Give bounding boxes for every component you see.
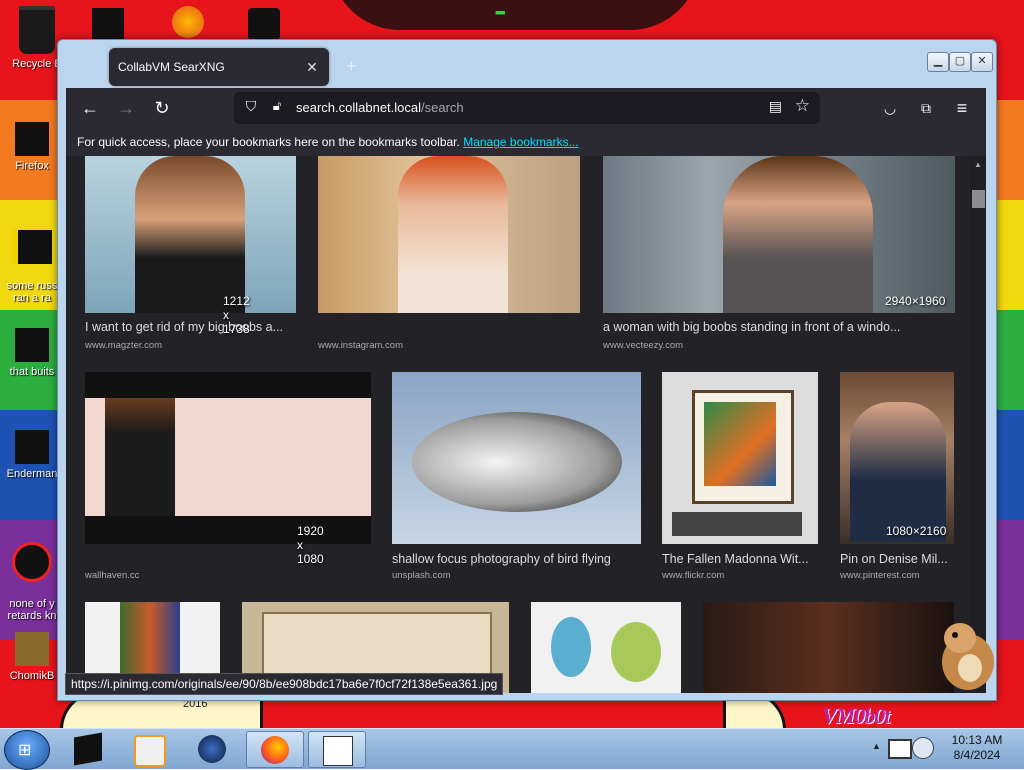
show-hidden-icons-icon[interactable]: ▲: [872, 741, 881, 751]
clock[interactable]: 10:13 AM 8/4/2024: [942, 733, 1012, 763]
result-source: www.flickr.com: [662, 570, 725, 581]
desktop-icon-top-2[interactable]: [172, 6, 204, 38]
windows-logo-icon: ⊞: [18, 742, 32, 759]
hamburger-menu-icon[interactable]: ≡: [950, 96, 974, 120]
scrollbar-thumb[interactable]: [972, 190, 985, 208]
result-image[interactable]: [840, 372, 954, 544]
result-image[interactable]: [318, 156, 580, 313]
result-caption[interactable]: a woman with big boobs standing in front…: [603, 320, 900, 334]
manage-bookmarks-link[interactable]: Manage bookmarks...: [463, 135, 578, 149]
start-button[interactable]: ⊞: [4, 730, 50, 770]
dark-app-icon: [74, 732, 102, 766]
media-player-icon: [134, 735, 166, 767]
desktop-icon-top-3[interactable]: [248, 8, 280, 40]
taskbar-firefox[interactable]: [246, 731, 304, 768]
firefox-icon: [261, 736, 289, 764]
firefox-desktop-icon[interactable]: Firefox: [0, 122, 64, 172]
result-image[interactable]: [603, 156, 955, 313]
result-source: unsplash.com: [392, 570, 451, 581]
extensions-icon[interactable]: ⧉: [914, 96, 938, 120]
new-tab-icon[interactable]: +: [346, 56, 357, 77]
desktop-file-icon-3[interactable]: none of y retards kn: [0, 530, 64, 622]
firefox-window: CollabVM SearXNG ✕ + ▁ ▢ ✕ ← → ↻ ⛉ 🔓︎ se…: [57, 39, 997, 701]
volume-icon[interactable]: [912, 737, 934, 759]
globe-icon: [198, 735, 226, 763]
link-status-tooltip: https://i.pinimg.com/originals/ee/90/8b/…: [65, 673, 504, 695]
playing-card-icon: [323, 736, 353, 766]
result-image[interactable]: [662, 372, 818, 544]
enderman-desktop-icon[interactable]: Enderman: [0, 430, 64, 480]
tab-collabvm-searxng[interactable]: CollabVM SearXNG ✕: [109, 48, 329, 86]
url-text[interactable]: search.collabnet.local/search: [296, 100, 464, 115]
reload-icon[interactable]: ↻: [150, 96, 174, 120]
desktop-file-icon-2[interactable]: that buits: [0, 328, 64, 378]
vmobot-watermark: VM0b0t: [822, 703, 890, 728]
image-dimensions: 2940×1960: [885, 294, 946, 308]
navigation-toolbar: ← → ↻ ⛉ 🔓︎ search.collabnet.local/search…: [66, 88, 986, 128]
hamster-icon: [942, 623, 994, 690]
forward-arrow-icon[interactable]: →: [114, 96, 138, 120]
desktop-icon-label: Firefox: [15, 160, 49, 172]
desktop-icon-label: none of y retards kn: [7, 598, 57, 622]
network-icon[interactable]: [888, 739, 912, 759]
file-icon: [15, 328, 49, 362]
result-caption[interactable]: I want to get rid of my big boobs a...: [85, 320, 283, 334]
result-image[interactable]: [392, 372, 641, 544]
system-tray: ▲ 10:13 AM 8/4/2024: [868, 729, 1024, 769]
result-caption[interactable]: shallow focus photography of bird flying: [392, 552, 611, 566]
back-arrow-icon[interactable]: ←: [78, 96, 102, 120]
desktop-icon-label: Enderman: [6, 468, 58, 480]
trash-icon: [19, 6, 55, 54]
enderman-icon: [15, 430, 49, 464]
taskbar-media-player[interactable]: [120, 731, 176, 767]
url-bar[interactable]: ⛉ 🔓︎ search.collabnet.local/search ▤ ☆: [234, 92, 820, 124]
tab-strip: CollabVM SearXNG ✕ + ▁ ▢ ✕: [66, 46, 993, 86]
desktop-icon-label: that buits: [9, 366, 55, 378]
taskbar: ⊞ ▲ 10:13 AM 8/4/2024: [0, 728, 1024, 770]
image-dimensions: 1080×2160: [886, 524, 947, 538]
pocket-icon[interactable]: ◡: [878, 96, 902, 120]
bookmarks-hint: For quick access, place your bookmarks h…: [77, 135, 460, 149]
result-source: www.pinterest.com: [840, 570, 920, 581]
result-source: www.vecteezy.com: [603, 340, 684, 351]
taskbar-app-globe[interactable]: [184, 731, 240, 766]
bookmark-star-icon[interactable]: ☆: [795, 96, 810, 116]
minimize-button[interactable]: ▁: [927, 52, 949, 72]
desktop-icon-label: some russ ran a ra: [6, 280, 58, 304]
result-image[interactable]: [85, 372, 371, 544]
result-source: wallhaven.cc: [85, 570, 140, 581]
result-image[interactable]: [85, 156, 296, 313]
desktop-icon-top-1[interactable]: [92, 8, 124, 40]
desktop-icon-label: Recycle B: [12, 58, 62, 70]
lock-icon[interactable]: 🔓︎: [268, 98, 286, 116]
taskbar-solitaire[interactable]: [308, 731, 366, 768]
file-icon: [12, 542, 52, 582]
desktop-icon-label: ChomikB: [9, 670, 55, 682]
close-window-button[interactable]: ✕: [971, 52, 993, 72]
taskbar-app-1[interactable]: [60, 731, 116, 766]
file-icon: [12, 230, 52, 264]
wallpaper-top-shape: ▪▪▪: [330, 0, 700, 30]
scroll-up-icon[interactable]: ▲: [970, 160, 986, 169]
firefox-icon: [15, 122, 49, 156]
result-image[interactable]: [531, 602, 681, 693]
result-caption[interactable]: The Fallen Madonna Wit...: [662, 552, 809, 566]
maximize-button[interactable]: ▢: [949, 52, 971, 72]
shield-icon[interactable]: ⛉: [242, 98, 260, 116]
desktop-file-icon-1[interactable]: some russ ran a ra: [0, 218, 64, 304]
image-dimensions: 1920 x 1080: [297, 524, 324, 566]
result-source: www.instagram.com: [318, 340, 403, 351]
clock-time: 10:13 AM: [951, 733, 1003, 747]
chomikb-desktop-icon[interactable]: ChomikB: [0, 632, 64, 682]
result-image[interactable]: [703, 602, 954, 693]
clock-date: 8/4/2024: [953, 748, 1001, 762]
tab-title: CollabVM SearXNG: [118, 60, 225, 74]
hamster-icon: [15, 632, 49, 666]
search-results-grid: 1212 x 1738 I want to get rid of my big …: [66, 156, 970, 693]
tab-close-icon[interactable]: ✕: [303, 59, 321, 76]
reader-view-icon[interactable]: ▤: [769, 98, 782, 115]
bookmarks-toolbar: For quick access, place your bookmarks h…: [66, 128, 986, 156]
result-source: www.magzter.com: [85, 340, 163, 351]
result-caption[interactable]: Pin on Denise Mil...: [840, 552, 948, 566]
